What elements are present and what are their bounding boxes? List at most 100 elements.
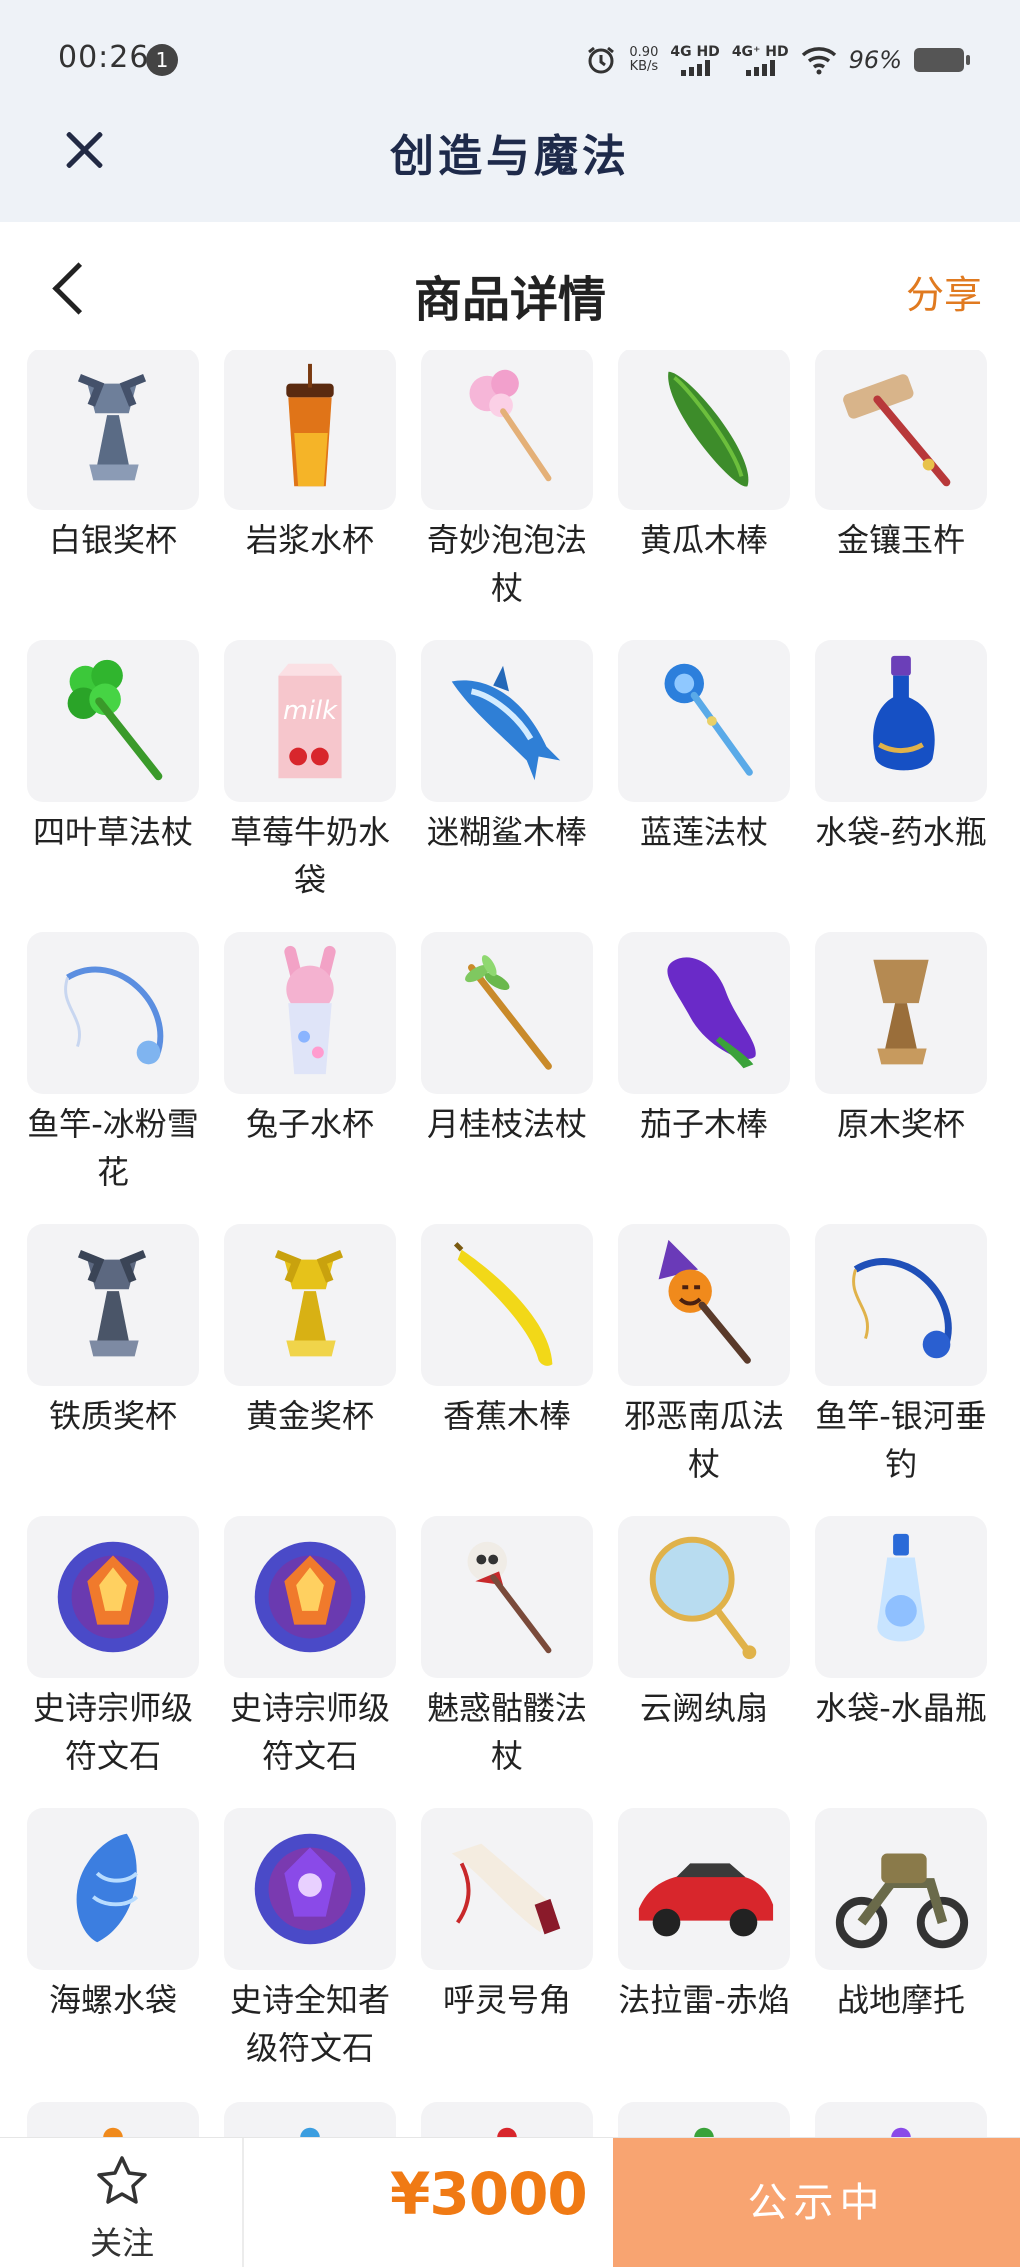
- grid-item-partial[interactable]: [27, 2102, 199, 2140]
- grid-item-partial[interactable]: [618, 2102, 790, 2140]
- trophy-silver-icon: [77, 374, 147, 481]
- item-name: 黄金奖杯: [245, 1397, 374, 1435]
- status-button[interactable]: 公示中: [613, 2138, 1020, 2267]
- grid-item[interactable]: 水袋-药水瓶: [815, 640, 987, 856]
- item-icon: [103, 2127, 123, 2140]
- potion-blue-icon: [873, 655, 935, 771]
- grid-item[interactable]: 奇妙泡泡法杖: [421, 350, 593, 612]
- grid-item[interactable]: 兔子水杯: [224, 932, 396, 1148]
- grid-item[interactable]: 法拉雷-赤焰: [618, 1808, 790, 2024]
- star-icon: [97, 2156, 147, 2204]
- item-name: 水袋-水晶瓶: [815, 1689, 987, 1727]
- item-name: 月桂枝法杖: [426, 1105, 587, 1143]
- net-speed-value: 0.90: [629, 45, 659, 60]
- horn-icon: [451, 1843, 561, 1935]
- grid-item[interactable]: 海螺水袋: [27, 1808, 199, 2024]
- grid-item[interactable]: 史诗宗师级符文石: [224, 1516, 396, 1780]
- grid-item[interactable]: 白银奖杯: [27, 350, 199, 564]
- car-red-icon: [638, 1863, 774, 1937]
- item-thumbnail: [421, 932, 593, 1094]
- grid-item[interactable]: 鱼竿-银河垂钓: [815, 1224, 987, 1488]
- signal-sim1: 4G HD: [670, 44, 720, 76]
- item-name: 邪恶南瓜法杖: [623, 1397, 784, 1483]
- grid-item-partial[interactable]: [815, 2102, 987, 2140]
- grid-item[interactable]: 黄金奖杯: [224, 1224, 396, 1440]
- shark-icon: [451, 665, 561, 781]
- grid-item[interactable]: 邪恶南瓜法杖: [618, 1224, 790, 1488]
- grid-item[interactable]: milk 草莓牛奶水袋: [224, 640, 396, 904]
- grid-item[interactable]: 水袋-水晶瓶: [815, 1516, 987, 1732]
- grid-item[interactable]: 史诗全知者级符文石: [224, 1808, 396, 2072]
- grid-item[interactable]: 蓝莲法杖: [618, 640, 790, 856]
- item-thumbnail: [618, 1808, 790, 1970]
- item-grid: 白银奖杯 岩浆水杯 奇妙泡泡法杖 黄瓜木棒 金镶玉杵四叶草法杖 milk 草莓牛奶水袋 迷糊鲨…: [0, 350, 1020, 2140]
- item-thumbnail: [27, 2102, 199, 2140]
- item-thumbnail: [421, 1224, 593, 1386]
- item-thumbnail: milk: [224, 640, 396, 802]
- item-name: 迷糊鲨木棒: [426, 813, 587, 851]
- grid-item[interactable]: 迷糊鲨木棒: [421, 640, 593, 856]
- grid-item[interactable]: 岩浆水杯: [224, 350, 396, 564]
- status-right: 0.90 KB/s 4G HD 4G⁺ HD 96%: [585, 40, 970, 80]
- item-thumbnail: [27, 640, 199, 802]
- eggplant-icon: [667, 957, 756, 1069]
- trophy-wood-icon: [873, 959, 929, 1065]
- share-button[interactable]: 分享: [906, 264, 982, 319]
- grid-item[interactable]: 香蕉木棒: [421, 1224, 593, 1440]
- grid-item-partial[interactable]: [224, 2102, 396, 2140]
- notification-badge: 1: [146, 44, 178, 76]
- grid-item[interactable]: 原木奖杯: [815, 932, 987, 1148]
- alarm-icon: [588, 46, 615, 74]
- grid-item[interactable]: 四叶草法杖: [27, 640, 199, 856]
- grid-item[interactable]: 呼灵号角: [421, 1808, 593, 2024]
- app-title: 创造与魔法: [390, 131, 630, 182]
- page-title: 商品详情: [413, 272, 606, 328]
- sim2-label: 4G⁺ HD: [731, 44, 789, 60]
- item-name: 香蕉木棒: [442, 1397, 571, 1435]
- net-speed: 0.90 KB/s: [629, 46, 658, 74]
- item-name: 蓝莲法杖: [639, 813, 768, 851]
- item-thumbnail: [618, 932, 790, 1094]
- rune-orange-icon: [57, 1541, 169, 1653]
- grid-item[interactable]: 战地摩托: [815, 1808, 987, 2024]
- grid-item[interactable]: 黄瓜木棒: [618, 350, 790, 564]
- item-name: 兔子水杯: [245, 1105, 374, 1143]
- sim1-label: 4G HD: [670, 44, 720, 60]
- item-name: 魅惑骷髅法杖: [426, 1689, 587, 1775]
- grid-item-partial[interactable]: [421, 2102, 593, 2140]
- grid-item[interactable]: 月桂枝法杖: [421, 932, 593, 1148]
- item-thumbnail: [27, 1516, 199, 1678]
- page-header: 商品详情 分享: [0, 222, 1020, 352]
- follow-label: 关注: [89, 2224, 154, 2262]
- item-name: 金镶玉杵: [836, 521, 965, 559]
- item-name: 海螺水袋: [48, 1981, 177, 2019]
- trophy-gold-icon: [274, 1250, 344, 1357]
- item-thumbnail: [815, 640, 987, 802]
- grid-item[interactable]: 云阙纨扇: [618, 1516, 790, 1732]
- grid-item[interactable]: 茄子木棒: [618, 932, 790, 1148]
- grid-item[interactable]: 史诗宗师级符文石: [27, 1516, 199, 1780]
- grid-item[interactable]: 金镶玉杵: [815, 350, 987, 564]
- status-time: 00:26: [58, 40, 150, 75]
- item-name: 史诗宗师级符文石: [32, 1689, 193, 1775]
- clover-wand-icon: [67, 659, 163, 781]
- item-name: 原木奖杯: [836, 1105, 965, 1143]
- item-thumbnail: [618, 350, 790, 510]
- motorbike-icon: [835, 1853, 969, 1949]
- conch-icon: [76, 1833, 139, 1943]
- grid-item[interactable]: 魅惑骷髅法杖: [421, 1516, 593, 1780]
- grid-item[interactable]: 鱼竿-冰粉雪花: [27, 932, 199, 1196]
- grid-item[interactable]: 铁质奖杯: [27, 1224, 199, 1440]
- rune-purple-icon: [254, 1833, 366, 1945]
- follow-button[interactable]: 关注: [0, 2138, 244, 2267]
- item-thumbnail: [27, 932, 199, 1094]
- item-thumbnail: [815, 932, 987, 1094]
- price: ¥3000: [390, 2160, 588, 2228]
- item-name: 草莓牛奶水袋: [229, 813, 390, 899]
- item-icon: [300, 2127, 320, 2140]
- item-name: 铁质奖杯: [48, 1397, 177, 1435]
- item-thumbnail: [27, 1224, 199, 1386]
- signal-bars-icon: [745, 60, 775, 76]
- signal-bars-icon: [680, 60, 710, 76]
- cup-lava-icon: [286, 363, 334, 487]
